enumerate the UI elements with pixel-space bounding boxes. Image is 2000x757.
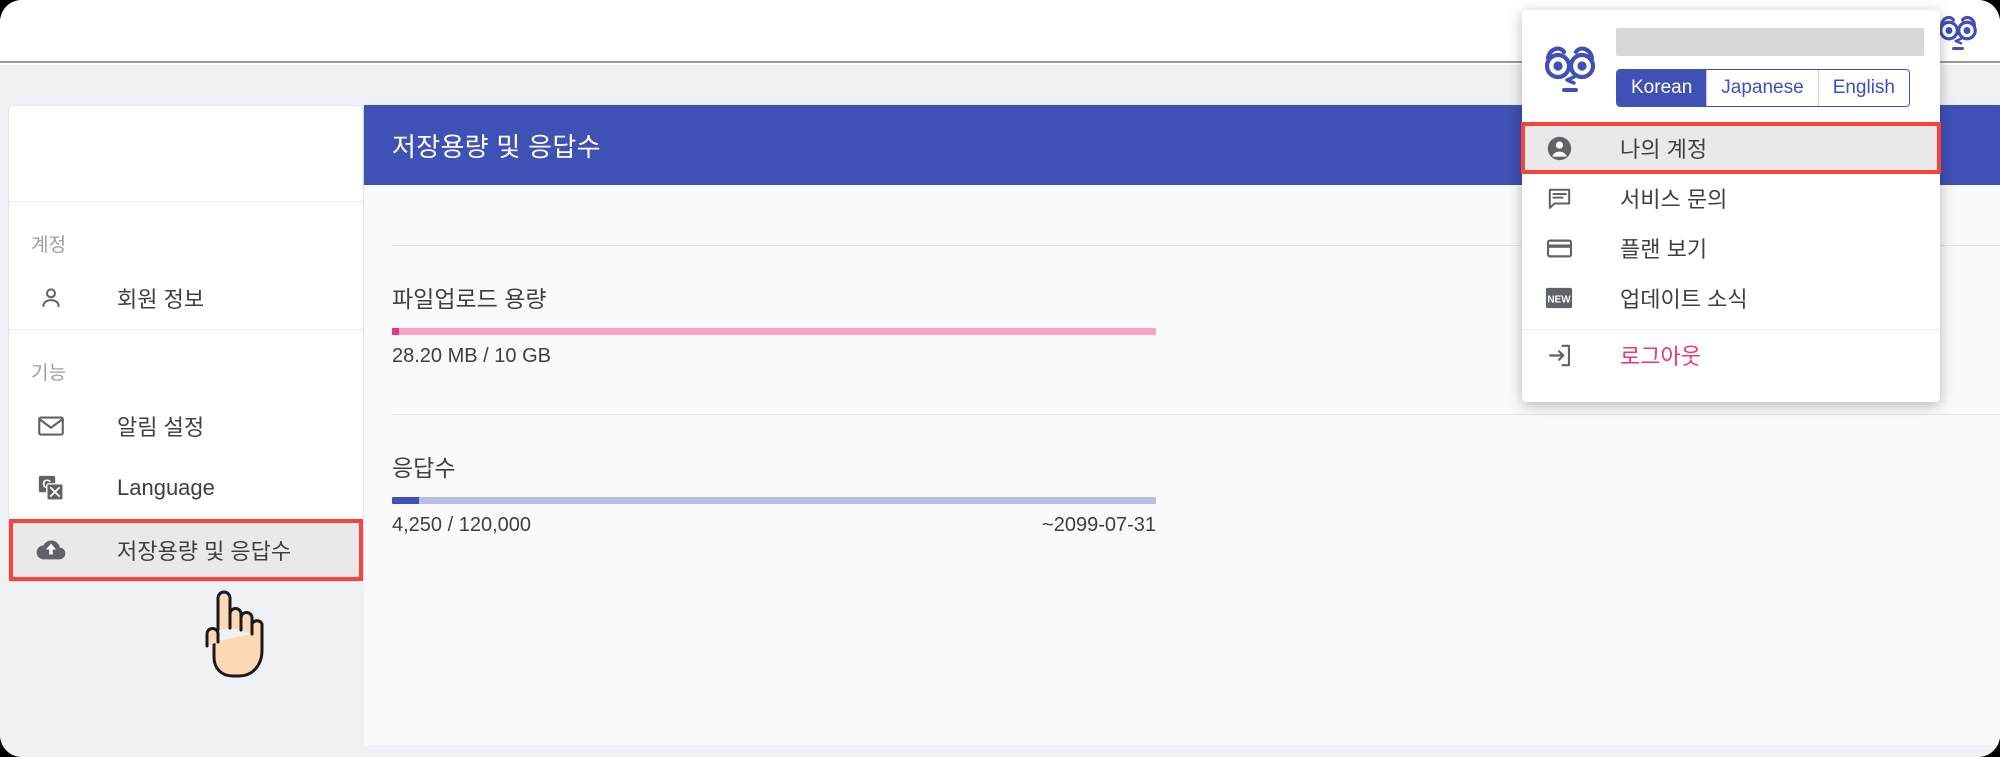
- credit-card-icon: [1544, 233, 1574, 263]
- page-title: 저장용량 및 응답수: [392, 131, 601, 162]
- sidebar-item-member-info[interactable]: 회원 정보: [9, 267, 363, 329]
- menu-item-label: 업데이트 소식: [1620, 287, 1748, 312]
- translate-icon: G: [31, 471, 71, 505]
- sidebar-item-label: Language: [117, 475, 215, 500]
- account-name-field: [1616, 28, 1924, 56]
- language-option-english[interactable]: English: [1818, 70, 1910, 106]
- metric-value: 28.20 MB / 10 GB: [392, 345, 551, 367]
- language-switch: Korean Japanese English: [1616, 69, 1911, 107]
- sidebar-item-label: 알림 설정: [117, 415, 205, 440]
- mail-icon: [31, 409, 71, 443]
- menu-item-update-news[interactable]: NEW 업데이트 소식: [1522, 273, 1940, 323]
- menu-item-label: 서비스 문의: [1620, 187, 1728, 212]
- menu-item-service-inquiry[interactable]: 서비스 문의: [1522, 173, 1940, 223]
- account-info: Korean Japanese English: [1616, 24, 1924, 107]
- metric-footer: 28.20 MB / 10 GB: [392, 335, 1156, 368]
- mouse-cursor-hand-icon: [196, 584, 266, 678]
- cloud-upload-icon: [31, 533, 71, 567]
- menu-item-logout[interactable]: 로그아웃: [1522, 330, 1940, 380]
- menu-item-label: 플랜 보기: [1620, 237, 1708, 262]
- metric-footer: 4,250 / 120,000 ~2099-07-31: [392, 504, 1156, 537]
- account-dropdown-header: Korean Japanese English: [1522, 10, 1940, 123]
- metric-title: 응답수: [392, 455, 456, 481]
- progress-bar-fill: [392, 328, 399, 335]
- metric-date: ~2099-07-31: [1042, 514, 1156, 536]
- owl-logo-icon: [1538, 36, 1602, 100]
- language-option-japanese[interactable]: Japanese: [1707, 70, 1819, 106]
- menu-item-my-account[interactable]: 나의 계정: [1521, 122, 1941, 174]
- metric-value: 4,250 / 120,000: [392, 514, 532, 536]
- new-badge-icon: NEW: [1544, 283, 1574, 313]
- progress-bar-file-upload: [392, 328, 1156, 335]
- sidebar-item-notification-settings[interactable]: 알림 설정: [9, 395, 363, 457]
- progress-bar-fill: [392, 497, 419, 504]
- menu-item-label: 나의 계정: [1620, 137, 1708, 162]
- menu-item-view-plan[interactable]: 플랜 보기: [1522, 223, 1940, 273]
- sidebar: 계정 회원 정보 기능 알림 설정 G Language 저장용량 및 응답수: [8, 105, 364, 582]
- owl-logo-icon[interactable]: [1934, 8, 1982, 56]
- language-option-korean[interactable]: Korean: [1617, 70, 1708, 106]
- sidebar-item-language[interactable]: G Language: [9, 457, 363, 519]
- sidebar-logo-area: [9, 106, 363, 201]
- person-outline-icon: [31, 281, 71, 315]
- logout-arrow-icon: [1544, 340, 1574, 370]
- svg-text:NEW: NEW: [1547, 294, 1571, 305]
- account-dropdown-menu: Korean Japanese English 나의 계정 서비스 문의 플랜 …: [1521, 10, 1941, 402]
- sidebar-group-label-account: 계정: [31, 235, 67, 256]
- metric-response-count: 응답수 4,250 / 120,000 ~2099-07-31: [364, 415, 2000, 583]
- account-circle-icon: [1544, 133, 1574, 163]
- sidebar-item-label: 저장용량 및 응답수: [117, 539, 292, 564]
- sidebar-group-label-features: 기능: [31, 363, 67, 384]
- chat-bubble-icon: [1544, 183, 1574, 213]
- sidebar-item-label: 회원 정보: [117, 287, 205, 312]
- app-window: 계정 회원 정보 기능 알림 설정 G Language 저장용량 및 응답수 …: [0, 0, 2000, 757]
- sidebar-item-storage-and-responses[interactable]: 저장용량 및 응답수: [9, 519, 363, 581]
- menu-item-label: 로그아웃: [1620, 344, 1701, 369]
- progress-bar-response-count: [392, 497, 1156, 504]
